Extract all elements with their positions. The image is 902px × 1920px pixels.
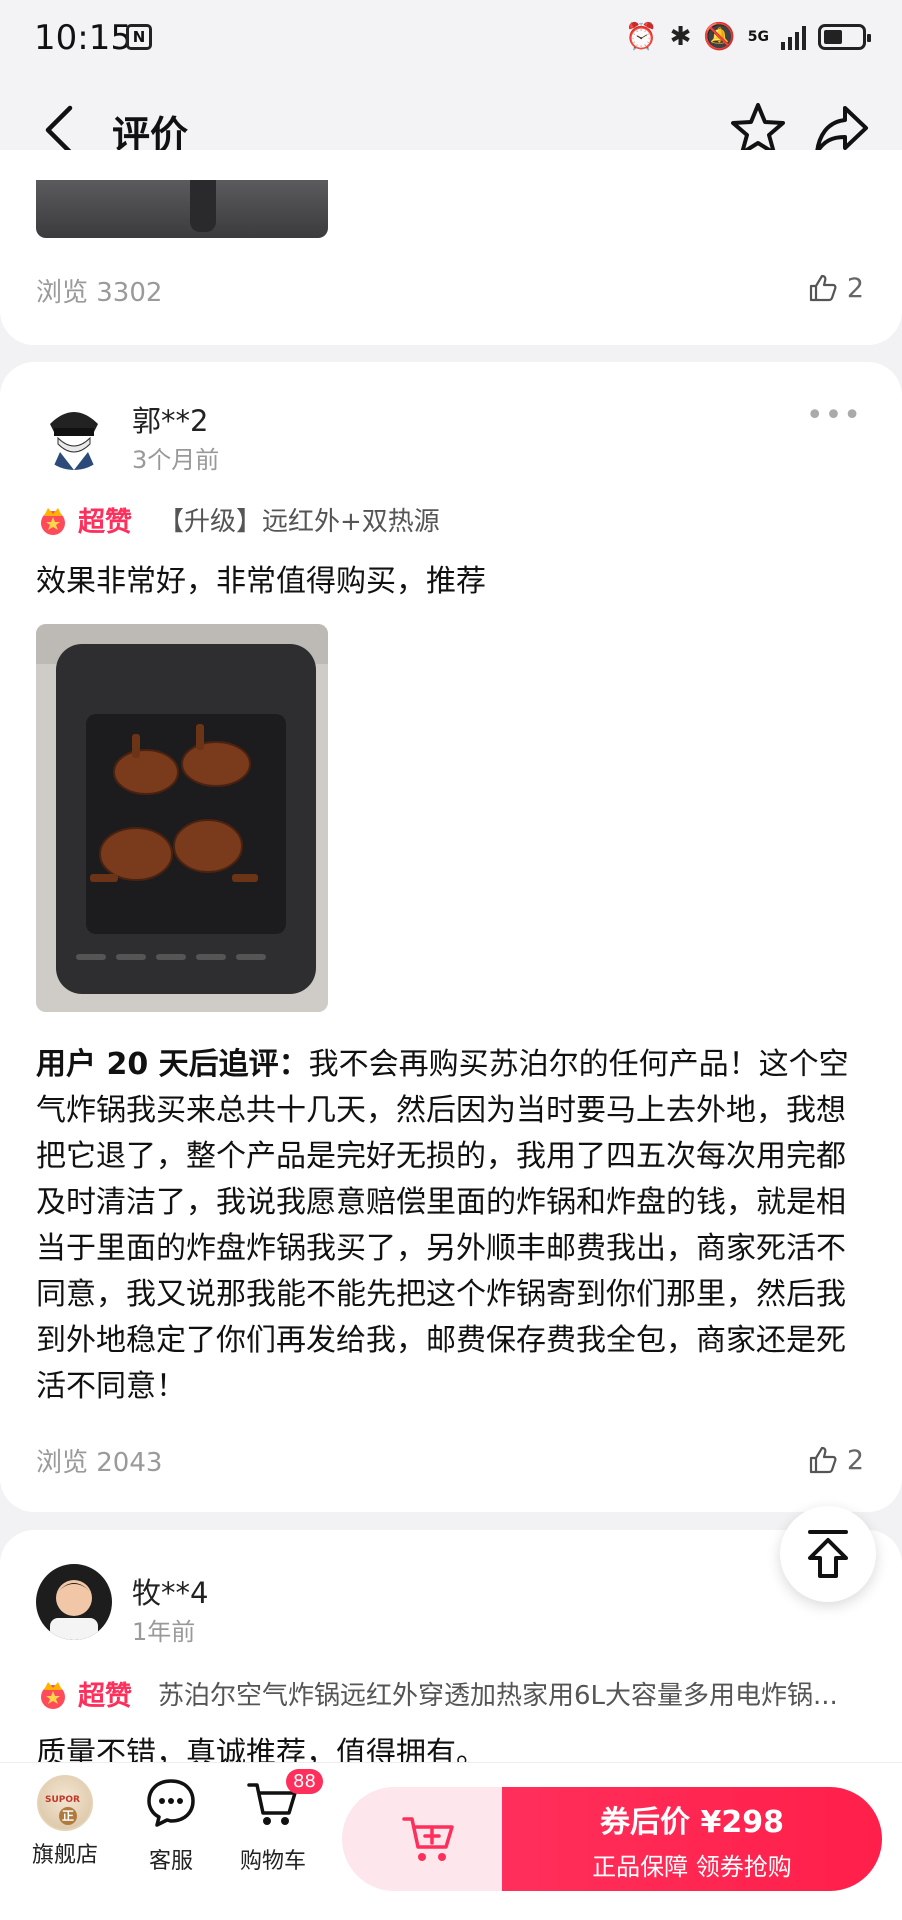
arrow-up-icon: [808, 1530, 848, 1578]
view-count: 浏览 2043: [36, 1448, 163, 1478]
product-variant: 苏泊尔空气炸锅远红外穿透加热家用6L大容量多用电炸锅...: [158, 1681, 838, 1711]
followup-review: 用户 20 天后追评：我不会再购买苏泊尔的任何产品！这个空气炸锅我买来总共十几天…: [36, 1042, 866, 1410]
username: 牧**4: [132, 1576, 209, 1610]
avatar[interactable]: [36, 394, 112, 470]
crown-icon: [41, 507, 65, 535]
followup-text: 我不会再购买苏泊尔的任何产品！这个空气炸锅我买来总共十几天，然后因为当时要马上去…: [36, 1047, 849, 1404]
store-button[interactable]: SUPOR 正 旗舰店: [20, 1775, 110, 1869]
thumbs-up-icon: [809, 1446, 837, 1474]
nfc-icon: N: [126, 24, 152, 50]
more-icon[interactable]: •••: [806, 398, 862, 433]
bluetooth-icon: ✱: [669, 22, 692, 52]
mute-icon: 🔕: [703, 22, 736, 52]
coupon-price: 券后价 ¥298: [600, 1805, 784, 1840]
alarm-icon: ⏰: [625, 22, 658, 52]
review-tags: 超赞 【升级】远红外+双热源: [36, 500, 866, 539]
review-text: 效果非常好，非常值得购买，推荐: [36, 564, 486, 599]
like-count: 2: [846, 1444, 864, 1476]
network-label: 5G: [747, 29, 769, 45]
battery-icon: [818, 24, 871, 50]
view-count: 浏览 3302: [36, 278, 163, 308]
bottom-action-bar: SUPOR 正 旗舰店 客服 88 购物车 券后价 ¥298 正品保障 领券抢购: [0, 1762, 902, 1920]
store-label: 旗舰店: [31, 1843, 98, 1868]
super-like-badge: 超赞: [78, 507, 132, 538]
signal-icon: [781, 24, 806, 50]
chat-icon: [147, 1779, 195, 1827]
review-page: 10:15 N ⏰ ✱ 🔕 5G 评价 浏览 3302 2 郭**2 3个月前 …: [0, 0, 902, 1920]
review-time: 3个月前: [132, 446, 220, 474]
username: 郭**2: [132, 404, 209, 438]
review-card: 浏览 3302 2: [0, 150, 902, 345]
product-variant: 【升级】远红外+双热源: [158, 507, 440, 537]
cart-label: 购物车: [239, 1849, 306, 1874]
add-cart-icon: [402, 1817, 454, 1861]
status-bar: 10:15 N ⏰ ✱ 🔕 5G: [0, 0, 902, 80]
status-time: 10:15: [34, 18, 132, 58]
add-to-cart-button[interactable]: [342, 1787, 518, 1891]
customer-service-button[interactable]: 客服: [126, 1775, 216, 1875]
like-button[interactable]: 2: [807, 272, 864, 304]
review-photo[interactable]: [36, 624, 328, 1012]
service-label: 客服: [148, 1849, 193, 1874]
like-button[interactable]: 2: [807, 1444, 864, 1476]
back-to-top-button[interactable]: [780, 1506, 876, 1602]
super-like-badge: 超赞: [78, 1681, 132, 1712]
store-logo: SUPOR 正: [37, 1775, 93, 1831]
review-tags: 超赞 苏泊尔空气炸锅远红外穿透加热家用6L大容量多用电炸锅...: [36, 1674, 866, 1713]
buy-now-button[interactable]: 券后价 ¥298 正品保障 领券抢购: [502, 1787, 882, 1891]
review-photo[interactable]: [36, 180, 328, 238]
avatar[interactable]: [36, 1564, 112, 1640]
followup-label: 用户 20 天后追评：: [36, 1047, 309, 1082]
buy-subtitle: 正品保障 领券抢购: [592, 1853, 792, 1881]
review-card: 郭**2 3个月前 ••• 超赞 【升级】远红外+双热源 效果非常好，非常值得购…: [0, 362, 902, 1512]
like-count: 2: [846, 272, 864, 304]
crown-icon: [41, 1681, 65, 1709]
back-icon[interactable]: [40, 104, 80, 156]
review-time: 1年前: [132, 1618, 196, 1646]
cart-button[interactable]: 88 购物车: [228, 1769, 323, 1875]
cart-count-badge: 88: [286, 1769, 323, 1794]
status-icons: ⏰ ✱ 🔕 5G: [625, 22, 871, 52]
thumbs-up-icon: [809, 274, 837, 302]
